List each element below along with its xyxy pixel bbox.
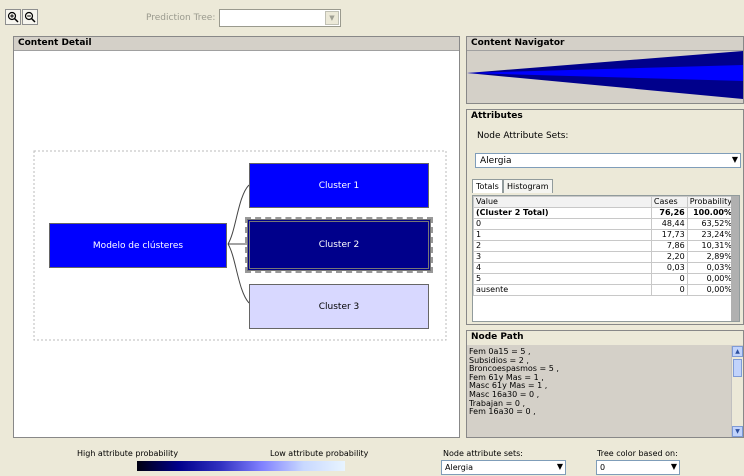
node-attribute-sets-select[interactable]: Alergia ▼ — [475, 153, 741, 168]
table-row[interactable]: 5 0 0,00% — [473, 273, 736, 285]
low-probability-label: Low attribute probability — [270, 449, 369, 458]
value-cell: 3 — [473, 251, 652, 263]
probability-cell: 10,31% — [686, 240, 736, 252]
prediction-tree-select[interactable]: ▼ — [219, 9, 341, 27]
chevron-down-icon: ▼ — [325, 11, 339, 25]
cases-cell: 0,03 — [650, 262, 688, 274]
table-row[interactable]: 0 48,44 63,52% — [473, 218, 736, 230]
cases-cell: 76,26 — [650, 207, 688, 219]
cases-cell: 0 — [650, 273, 688, 285]
node-path-panel: Node Path Fem 0a15 = 5 , Subsidios = 2 ,… — [466, 330, 744, 438]
chevron-down-icon: ▼ — [670, 462, 677, 471]
table-row[interactable]: 4 0,03 0,03% — [473, 262, 736, 274]
attributes-table: Value Cases Probability (Cluster 2 Total… — [472, 195, 740, 322]
cases-cell: 0 — [650, 284, 688, 296]
probability-cell: 100.00% — [686, 207, 736, 219]
column-header-probability[interactable]: Probability — [686, 196, 736, 208]
scroll-down-icon[interactable]: ▼ — [732, 426, 743, 437]
attributes-title: Attributes — [467, 110, 743, 124]
cases-cell: 48,44 — [650, 218, 688, 230]
value-cell: (Cluster 2 Total) — [473, 207, 652, 219]
cluster-1-node[interactable]: Cluster 1 — [249, 163, 429, 208]
scroll-thumb[interactable] — [733, 359, 742, 377]
probability-legend-bar — [137, 461, 345, 471]
table-row[interactable]: 3 2,20 2,89% — [473, 251, 736, 263]
cases-cell: 2,20 — [650, 251, 688, 263]
cases-cell: 17,73 — [650, 229, 688, 241]
node-path-line: Fem 16a30 = 0 , — [469, 407, 536, 417]
cluster-2-node[interactable]: Cluster 2 — [245, 217, 433, 273]
node-path-scrollbar[interactable]: ▲ ▼ — [731, 346, 743, 437]
cluster-2-label: Cluster 2 — [318, 240, 360, 250]
probability-cell: 0,00% — [686, 284, 736, 296]
tab-totals[interactable]: Totals — [472, 179, 503, 193]
zoom-in-icon — [7, 11, 19, 23]
attributes-panel: Attributes Node Attribute Sets: Alergia … — [466, 109, 744, 325]
probability-cell: 63,52% — [686, 218, 736, 230]
node-sets-value: Alergia — [445, 463, 473, 472]
tree-color-value: 0 — [600, 463, 606, 472]
column-header-cases[interactable]: Cases — [650, 196, 688, 208]
chevron-down-icon: ▼ — [731, 155, 738, 164]
cluster-3-node[interactable]: Cluster 3 — [249, 284, 429, 329]
content-detail-title: Content Detail — [14, 37, 459, 51]
tree-color-select[interactable]: 0 ▼ — [596, 460, 680, 475]
probability-cell: 23,24% — [686, 229, 736, 241]
zoom-out-button[interactable] — [22, 9, 38, 25]
table-header-row: Value Cases Probability — [473, 196, 736, 208]
node-attribute-sets-label: Node Attribute Sets: — [477, 131, 569, 141]
cluster-diagram: Modelo de clústeres Cluster 1 Cluster 2 … — [14, 51, 459, 437]
scroll-up-icon[interactable]: ▲ — [732, 346, 743, 357]
value-cell: ausente — [473, 284, 652, 296]
cluster-3-label: Cluster 3 — [318, 301, 360, 312]
value-cell: 2 — [473, 240, 652, 252]
value-cell: 1 — [473, 229, 652, 241]
navigator-thumbnail — [467, 51, 743, 99]
node-path-title: Node Path — [467, 331, 743, 345]
content-navigator-panel[interactable]: Content Navigator — [466, 36, 744, 104]
content-navigator-title: Content Navigator — [467, 37, 743, 51]
probability-cell: 0,03% — [686, 262, 736, 274]
table-row[interactable]: ausente 0 0,00% — [473, 284, 736, 296]
root-node-label: Modelo de clústeres — [92, 240, 184, 251]
value-cell: 4 — [473, 262, 652, 274]
table-row[interactable]: (Cluster 2 Total) 76,26 100.00% — [473, 207, 736, 219]
table-row[interactable]: 2 7,86 10,31% — [473, 240, 736, 252]
value-cell: 5 — [473, 273, 652, 285]
root-node[interactable]: Modelo de clústeres — [49, 223, 227, 268]
tab-histogram[interactable]: Histogram — [503, 179, 553, 193]
value-cell: 0 — [473, 218, 652, 230]
node-attribute-sets-bottom-label: Node attribute sets: — [443, 449, 523, 458]
cluster-1-label: Cluster 1 — [318, 180, 360, 191]
probability-cell: 2,89% — [686, 251, 736, 263]
high-probability-label: High attribute probability — [77, 449, 179, 458]
table-scrollbar[interactable] — [731, 196, 739, 321]
prediction-tree-label: Prediction Tree: — [146, 13, 216, 23]
probability-cell: 0,00% — [686, 273, 736, 285]
attribute-set-value: Alergia — [480, 156, 512, 166]
table-row[interactable]: 1 17,73 23,24% — [473, 229, 736, 241]
toolbar: Prediction Tree: ▼ — [0, 0, 744, 32]
cases-cell: 7,86 — [650, 240, 688, 252]
zoom-in-button[interactable] — [5, 9, 21, 25]
chevron-down-icon: ▼ — [556, 462, 563, 471]
zoom-out-icon — [24, 11, 36, 23]
content-detail-panel: Content Detail Modelo de clústeres Clust… — [13, 36, 460, 438]
tree-color-label: Tree color based on: — [597, 449, 678, 458]
node-path-text: Fem 0a15 = 5 , Subsidios = 2 , Broncoesp… — [469, 347, 724, 417]
node-attribute-sets-bottom-select[interactable]: Alergia ▼ — [441, 460, 566, 475]
column-header-value[interactable]: Value — [473, 196, 652, 208]
